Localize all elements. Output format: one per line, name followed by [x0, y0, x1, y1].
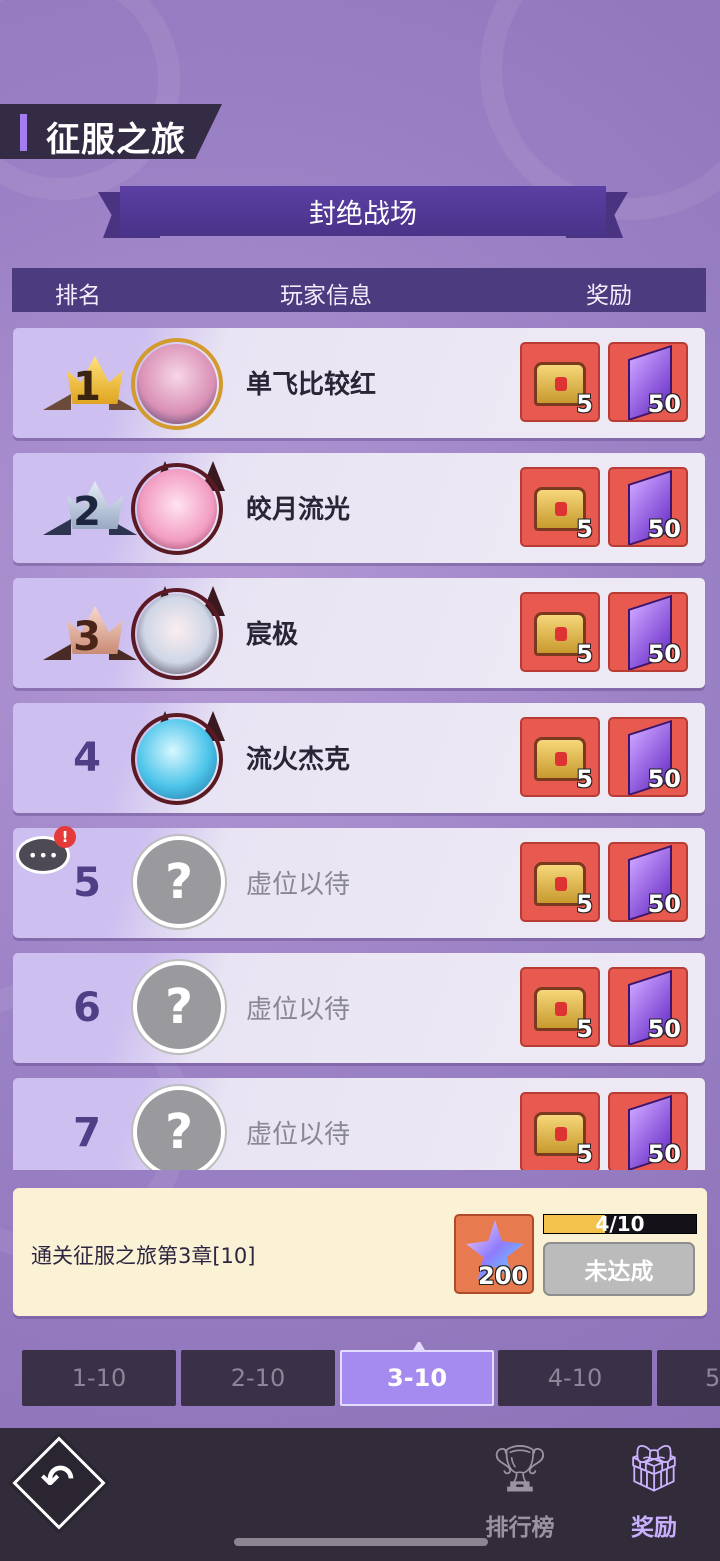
nav-reward-label: 奖励 — [631, 1515, 677, 1541]
column-header: 排名 玩家信息 奖励 — [12, 268, 706, 312]
tab-1-10[interactable]: 1-10 — [22, 1350, 176, 1406]
tab-3-10[interactable]: 3-10 — [340, 1350, 494, 1406]
rank-number: 2 — [73, 489, 101, 535]
rank-number: 6 — [73, 985, 101, 1031]
column-reward: 奖励 — [586, 283, 632, 309]
player-name: 皎月流光 — [246, 495, 351, 525]
stage-banner: 封绝战场 — [98, 186, 628, 238]
reward-chest[interactable]: 5 — [520, 467, 600, 547]
player-name: 单飞比较红 — [246, 370, 377, 400]
reward-chest[interactable]: 5 — [520, 967, 600, 1047]
ranking-row[interactable]: 5 ? 虚位以待 5 50 — [13, 828, 705, 938]
ranking-row[interactable]: 7 ? 虚位以待 5 50 — [13, 1078, 705, 1170]
rank-number: 3 — [73, 614, 101, 660]
back-button[interactable]: ↶ — [8, 1432, 110, 1534]
avatar-portrait — [137, 344, 217, 424]
ranking-row[interactable]: 2 皎月流光 5 50 — [13, 453, 705, 563]
player-name: 虚位以待 — [246, 1120, 351, 1150]
page-header: 征服之旅 — [0, 104, 222, 159]
column-rank: 排名 — [55, 283, 101, 309]
reward-chest[interactable]: 5 — [520, 717, 600, 797]
avatar[interactable] — [123, 711, 229, 805]
reward-chest[interactable]: 5 — [520, 592, 600, 672]
task-reward[interactable]: 200 — [454, 1214, 534, 1294]
ranking-list[interactable]: 1 单飞比较红 5 50 2 皎月流光 5 50 3 宸极 5 50 4 流火杰… — [0, 328, 720, 1170]
rank-badge: 7 — [49, 1100, 139, 1166]
tab-2-10[interactable]: 2-10 — [181, 1350, 335, 1406]
chapter-tabs: 1-10 2-10 3-10 4-10 5 — [0, 1342, 720, 1408]
nav-ranking-label: 排行榜 — [485, 1515, 555, 1541]
avatar[interactable] — [123, 336, 229, 430]
chat-bubble-button[interactable]: ••• ! — [14, 826, 76, 876]
task-progress-label: 4/10 — [595, 1212, 645, 1236]
reward-crystal[interactable]: 50 — [608, 717, 688, 797]
back-arrow-icon: ↶ — [40, 1457, 75, 1504]
header-accent-bar — [20, 114, 27, 151]
rank-number: 4 — [73, 735, 101, 781]
reward-chest[interactable]: 5 — [520, 342, 600, 422]
banner-title: 封绝战场 — [120, 186, 606, 236]
column-player: 玩家信息 — [280, 283, 372, 309]
empty-avatar: ? — [133, 836, 225, 928]
rank-number: 7 — [73, 1110, 101, 1156]
avatar[interactable] — [123, 586, 229, 680]
empty-avatar: ? — [133, 961, 225, 1053]
empty-avatar: ? — [133, 1086, 225, 1170]
avatar[interactable] — [123, 461, 229, 555]
player-name: 虚位以待 — [246, 995, 351, 1025]
ranking-row[interactable]: 6 ? 虚位以待 5 50 — [13, 953, 705, 1063]
reward-crystal[interactable]: 50 — [608, 1092, 688, 1170]
notification-badge: ! — [54, 826, 76, 848]
rank-badge: 6 — [49, 975, 139, 1041]
nav-reward[interactable]: 🎁︎ 奖励 — [604, 1438, 704, 1548]
player-name: 流火杰克 — [246, 745, 351, 775]
avatar-portrait — [137, 469, 217, 549]
task-progress-bar: 4/10 — [543, 1212, 697, 1236]
ranking-row[interactable]: 4 流火杰克 5 50 — [13, 703, 705, 813]
tab-4-10[interactable]: 4-10 — [498, 1350, 652, 1406]
player-name: 虚位以待 — [246, 870, 351, 900]
nav-ranking[interactable]: 🏆︎ 排行榜 — [470, 1438, 570, 1548]
reward-chest[interactable]: 5 — [520, 842, 600, 922]
gift-icon: 🎁︎ — [624, 1440, 684, 1495]
page-title: 征服之旅 — [46, 120, 186, 160]
avatar-portrait — [137, 719, 217, 799]
trophy-icon: 🏆︎ — [490, 1440, 550, 1495]
rank-number: 1 — [73, 364, 101, 410]
ranking-row[interactable]: 3 宸极 5 50 — [13, 578, 705, 688]
task-description: 通关征服之旅第3章[10] — [31, 1244, 256, 1268]
reward-chest[interactable]: 5 — [520, 1092, 600, 1170]
tab-5[interactable]: 5 — [657, 1350, 720, 1406]
claim-button[interactable]: 未达成 — [543, 1242, 695, 1296]
reward-crystal[interactable]: 50 — [608, 467, 688, 547]
ranking-row[interactable]: 1 单飞比较红 5 50 — [13, 328, 705, 438]
avatar-portrait — [137, 594, 217, 674]
task-panel: 通关征服之旅第3章[10] 200 4/10 未达成 — [13, 1188, 707, 1316]
reward-crystal[interactable]: 50 — [608, 342, 688, 422]
reward-crystal[interactable]: 50 — [608, 592, 688, 672]
player-name: 宸极 — [246, 620, 299, 650]
reward-crystal[interactable]: 50 — [608, 967, 688, 1047]
home-indicator[interactable] — [234, 1538, 488, 1546]
reward-crystal[interactable]: 50 — [608, 842, 688, 922]
task-reward-count: 200 — [478, 1262, 529, 1290]
